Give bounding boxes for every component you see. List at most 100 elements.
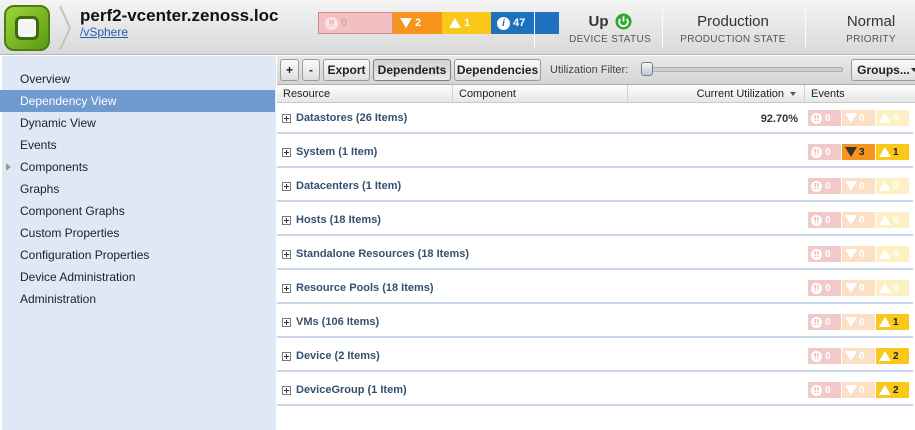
table-row[interactable]: System (1 Item) !! 0 3 1 [277, 138, 913, 168]
error-count[interactable]: 0 [842, 348, 875, 364]
event-count: 2 [893, 350, 899, 362]
table-row[interactable]: Datastores (26 Items) 92.70%!! 0 0 0 [277, 104, 913, 134]
warning-count[interactable]: 0 [876, 110, 909, 126]
error-count[interactable]: 0 [842, 280, 875, 296]
critical-count[interactable]: !! 0 [808, 314, 841, 330]
table-row[interactable]: Device (2 Items)!! 0 0 2 [277, 342, 913, 372]
warning-icon [878, 181, 891, 192]
resource-group-label: System (1 Item) [296, 146, 378, 158]
critical-events-count[interactable]: !! 0 [318, 12, 393, 34]
utilization-filter-slider[interactable] [643, 67, 843, 72]
error-count[interactable]: 3 [842, 144, 875, 160]
row-event-counts[interactable]: !! 0 0 0 [808, 110, 910, 126]
column-resource[interactable]: Resource [277, 85, 453, 103]
critical-count[interactable]: !! 0 [808, 178, 841, 194]
warning-count[interactable]: 1 [876, 314, 909, 330]
export-button[interactable]: Export [323, 59, 370, 81]
critical-icon: !! [811, 248, 822, 260]
expand-plus-icon[interactable] [282, 114, 291, 123]
sidebar-item-device-administration[interactable]: Device Administration [0, 266, 275, 288]
critical-count[interactable]: !! 0 [808, 246, 841, 262]
warning-count[interactable]: 0 [876, 212, 909, 228]
error-count[interactable]: 0 [842, 212, 875, 228]
groups-button[interactable]: Groups... [851, 59, 915, 81]
error-icon [844, 385, 857, 396]
sidebar-item-configuration-properties[interactable]: Configuration Properties [0, 244, 275, 266]
event-count: 0 [859, 180, 865, 192]
error-count[interactable]: 0 [842, 178, 875, 194]
sidebar-item-component-graphs[interactable]: Component Graphs [0, 200, 275, 222]
row-event-counts[interactable]: !! 0 0 0 [808, 178, 910, 194]
critical-count[interactable]: !! 0 [808, 348, 841, 364]
sidebar-item-components[interactable]: Components [0, 156, 275, 178]
row-event-counts[interactable]: !! 0 0 0 [808, 212, 910, 228]
table-row[interactable]: Resource Pools (18 Items)!! 0 0 0 [277, 274, 913, 304]
event-count: 2 [893, 384, 899, 396]
critical-count[interactable]: !! 0 [808, 212, 841, 228]
expand-plus-icon[interactable] [282, 250, 291, 259]
warning-count[interactable]: 2 [876, 348, 909, 364]
warning-count[interactable]: 0 [876, 280, 909, 296]
error-count[interactable]: 0 [842, 110, 875, 126]
row-event-counts[interactable]: !! 0 0 2 [808, 348, 910, 364]
production-state-value: Production [697, 13, 769, 30]
row-event-counts[interactable]: !! 0 0 0 [808, 280, 910, 296]
sidebar-item-dependency-view[interactable]: Dependency View [0, 90, 275, 112]
row-event-counts[interactable]: !! 0 0 0 [808, 246, 910, 262]
column-current-utilization[interactable]: Current Utilization [628, 85, 805, 103]
sidebar-item-dynamic-view[interactable]: Dynamic View [0, 112, 275, 134]
error-events-count[interactable]: 2 [393, 12, 442, 34]
header-divider [534, 8, 535, 48]
expand-plus-icon[interactable] [282, 318, 291, 327]
expand-arrow-icon[interactable] [6, 163, 11, 171]
expand-plus-icon[interactable] [282, 386, 291, 395]
error-count[interactable]: 0 [842, 382, 875, 398]
warning-icon [448, 17, 461, 30]
table-row[interactable]: Datacenters (1 Item)!! 0 0 0 [277, 172, 913, 202]
table-row[interactable]: Standalone Resources (18 Items)!! 0 0 0 [277, 240, 913, 270]
expand-plus-icon[interactable] [282, 284, 291, 293]
sidebar-item-custom-properties[interactable]: Custom Properties [0, 222, 275, 244]
row-event-counts[interactable]: !! 0 0 2 [808, 382, 910, 398]
table-row[interactable]: VMs (106 Items)!! 0 0 1 [277, 308, 913, 338]
warning-count[interactable]: 0 [876, 178, 909, 194]
row-event-counts[interactable]: !! 0 3 1 [808, 144, 910, 160]
column-events[interactable]: Events [805, 85, 915, 103]
warning-count[interactable]: 2 [876, 382, 909, 398]
expand-plus-icon[interactable] [282, 182, 291, 191]
dependents-button[interactable]: Dependents [373, 59, 451, 81]
column-component[interactable]: Component [453, 85, 628, 103]
chevron-down-icon[interactable] [911, 68, 915, 72]
slider-handle[interactable] [641, 62, 653, 76]
sidebar-item-administration[interactable]: Administration [0, 288, 275, 310]
error-count[interactable]: 0 [842, 246, 875, 262]
warning-count[interactable]: 0 [876, 246, 909, 262]
expand-plus-icon[interactable] [282, 352, 291, 361]
warning-events-count[interactable]: 1 [442, 12, 491, 34]
header-divider [662, 8, 663, 48]
production-state-label: PRODUCTION STATE [680, 34, 786, 45]
critical-count[interactable]: !! 0 [808, 144, 841, 160]
warning-icon [878, 385, 891, 396]
device-class-link[interactable]: /vSphere [80, 25, 128, 39]
critical-icon: !! [811, 384, 822, 396]
resource-group-label: DeviceGroup (1 Item) [296, 384, 407, 396]
event-count: 0 [825, 248, 831, 260]
critical-count[interactable]: !! 0 [808, 280, 841, 296]
error-count[interactable]: 0 [842, 314, 875, 330]
expand-plus-icon[interactable] [282, 216, 291, 225]
dependencies-button[interactable]: Dependencies [454, 59, 541, 81]
add-button[interactable]: + [280, 59, 299, 81]
sort-desc-icon [790, 92, 796, 96]
table-row[interactable]: DeviceGroup (1 Item) !! 0 0 2 [277, 376, 913, 406]
remove-button[interactable]: - [302, 59, 320, 81]
sidebar-item-events[interactable]: Events [0, 134, 275, 156]
sidebar-item-graphs[interactable]: Graphs [0, 178, 275, 200]
row-event-counts[interactable]: !! 0 0 1 [808, 314, 910, 330]
critical-count[interactable]: !! 0 [808, 382, 841, 398]
table-row[interactable]: Hosts (18 Items)!! 0 0 0 [277, 206, 913, 236]
critical-count[interactable]: !! 0 [808, 110, 841, 126]
expand-plus-icon[interactable] [282, 148, 291, 157]
sidebar-item-overview[interactable]: Overview [0, 68, 275, 90]
warning-count[interactable]: 1 [876, 144, 909, 160]
